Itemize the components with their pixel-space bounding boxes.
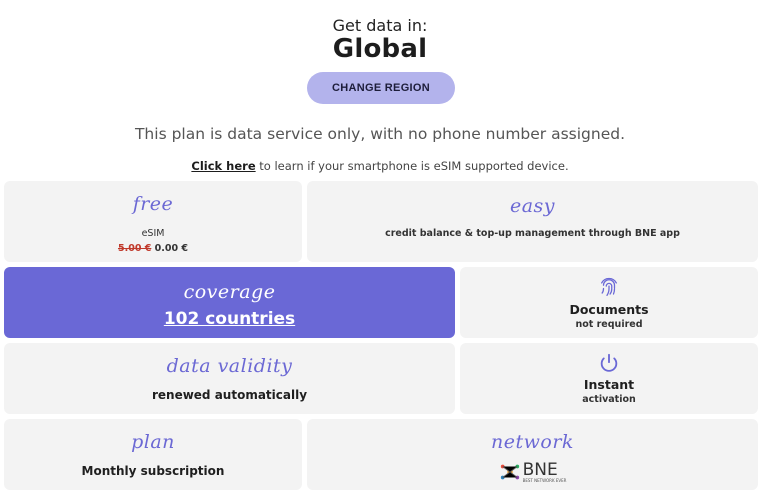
card-instant: Instant activation xyxy=(460,343,758,414)
easy-text: credit balance & top-up management throu… xyxy=(385,228,680,239)
change-region-button[interactable]: CHANGE REGION xyxy=(307,72,455,104)
new-price: 0.00 € xyxy=(151,243,189,254)
click-here-link[interactable]: Click here xyxy=(191,159,255,173)
price-line: 5.00 € 0.00 € xyxy=(4,243,302,254)
plan-script-label: plan xyxy=(131,431,175,453)
card-easy: easy credit balance & top-up management … xyxy=(307,181,758,262)
plan-note: This plan is data service only, with no … xyxy=(134,125,626,143)
card-coverage: coverage 102 countries xyxy=(4,267,455,338)
card-free-esim: free eSIM 5.00 € 0.00 € xyxy=(4,181,302,262)
esim-check-line: Click here to learn if your smartphone i… xyxy=(0,159,760,173)
esim-check-text: to learn if your smartphone is eSIM supp… xyxy=(255,159,569,173)
free-script-label: free xyxy=(132,193,174,215)
coverage-script-label: coverage xyxy=(183,281,276,303)
instant-title: Instant xyxy=(583,377,635,392)
card-data-validity: data validity renewed automatically xyxy=(4,343,455,414)
bne-logo-text: BNE xyxy=(522,459,558,480)
card-documents: Documents not required xyxy=(460,267,758,338)
esim-label: eSIM xyxy=(141,228,165,239)
validity-script-label: data validity xyxy=(166,355,293,377)
region-name: Global xyxy=(332,34,428,64)
fingerprint-icon xyxy=(460,277,758,303)
instant-subtitle: activation xyxy=(582,394,636,405)
coverage-countries-link[interactable]: 102 countries xyxy=(4,309,455,329)
old-price: 5.00 € xyxy=(117,243,152,254)
card-plan: plan Monthly subscription xyxy=(4,419,302,490)
bne-logo-tagline: BEST NETWORK EVER xyxy=(522,477,567,483)
card-network: network BNE BEST NETWORK EVER xyxy=(307,419,758,490)
easy-script-label: easy xyxy=(509,195,556,217)
network-script-label: network xyxy=(491,431,574,453)
get-data-label: Get data in: xyxy=(332,16,428,35)
documents-title: Documents xyxy=(569,302,649,317)
bne-logo-mark-icon xyxy=(500,464,519,480)
bne-logo: BNE BEST NETWORK EVER xyxy=(307,461,758,483)
documents-subtitle: not required xyxy=(575,319,643,330)
plan-text: Monthly subscription xyxy=(81,464,225,478)
power-icon xyxy=(460,352,758,378)
validity-text: renewed automatically xyxy=(151,388,308,402)
